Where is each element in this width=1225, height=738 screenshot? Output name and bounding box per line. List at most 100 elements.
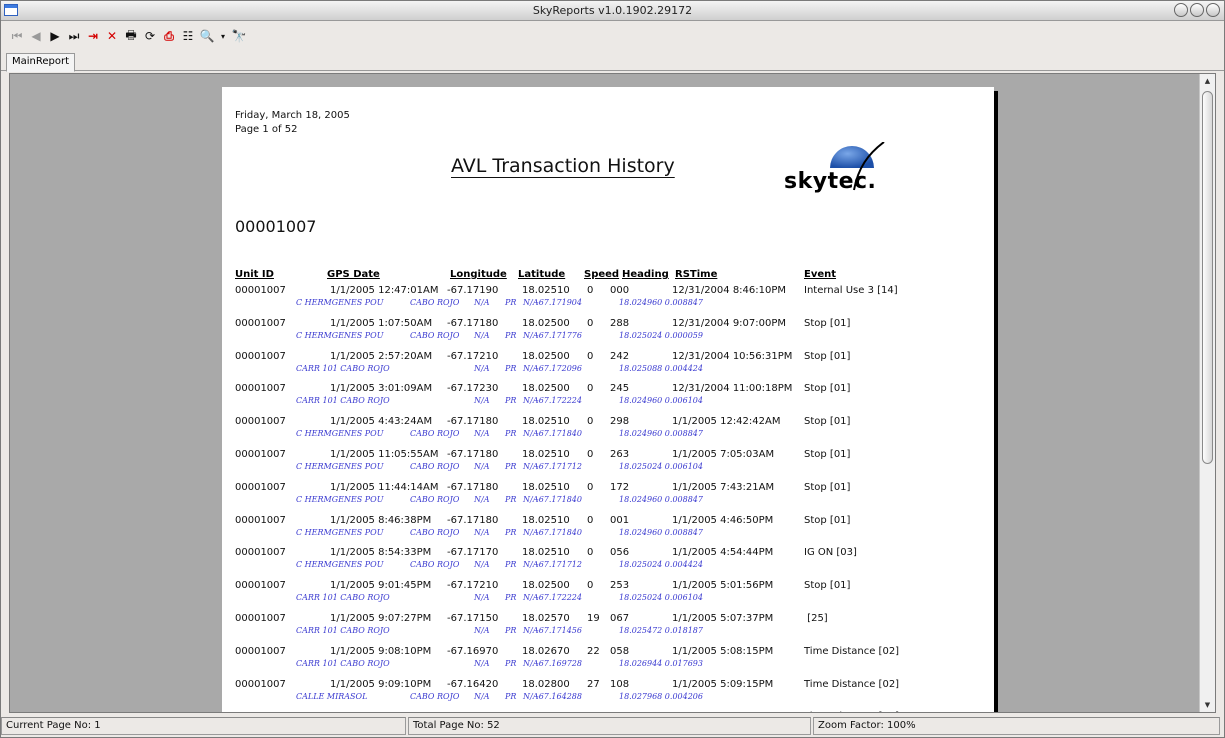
- vertical-scrollbar[interactable]: ▲ ▼: [1199, 74, 1215, 712]
- address-part: C HERMGENES POU: [296, 560, 384, 570]
- row-longitude: -67.17180: [447, 514, 499, 526]
- row-longitude: -67.16420: [447, 678, 499, 690]
- status-bar: Current Page No: 1 Total Page No: 52 Zoo…: [1, 717, 1224, 737]
- row-latitude: 18.02510: [522, 285, 570, 296]
- zoom-dropdown-icon[interactable]: ▾: [218, 27, 228, 45]
- row-gps-date: 1/1/2005 8:46:38PM: [330, 514, 432, 526]
- address-part: PR: [505, 593, 517, 603]
- scroll-up-icon[interactable]: ▲: [1200, 74, 1215, 88]
- row-gps-date: 1/1/2005 11:05:55AM: [330, 448, 439, 460]
- row-rstime: 12/31/2004 11:00:18PM: [672, 383, 793, 395]
- row-rstime: 1/1/2005 7:05:03AM: [672, 448, 775, 460]
- row-event: [25]: [804, 612, 828, 624]
- maximize-button[interactable]: [1190, 3, 1204, 17]
- refresh-icon[interactable]: ⟳: [142, 27, 158, 45]
- row-speed: 0: [587, 514, 594, 526]
- col-speed: Speed: [584, 269, 620, 280]
- table-row: 00001007 1/1/2005 8:46:38PM -67.17180 18.02…: [222, 515, 994, 548]
- row-event: Stop [01]: [804, 416, 851, 428]
- address-part: -67.171712: [536, 560, 582, 570]
- scroll-down-icon[interactable]: ▼: [1200, 698, 1215, 712]
- address-part: -67.172224: [536, 396, 582, 406]
- row-longitude: -67.17180: [447, 317, 499, 329]
- close-report-icon[interactable]: ✕: [104, 27, 120, 45]
- row-gps-date: 1/1/2005 4:43:24AM: [330, 416, 433, 428]
- address-part: CABO ROJO: [410, 691, 460, 701]
- row-event: Stop [01]: [804, 481, 851, 493]
- address-part: PR: [505, 396, 517, 406]
- row-rstime: 12/31/2004 9:07:00PM: [672, 317, 787, 329]
- row-heading: 108: [610, 678, 630, 690]
- zoom-status: Zoom Factor: 100%: [813, 717, 1220, 735]
- address-part: C HERMGENES POU: [296, 429, 384, 439]
- address-part: PR: [505, 691, 517, 701]
- row-speed: 27: [587, 678, 600, 690]
- address-part: 18.025024 0.000059: [619, 330, 703, 340]
- scroll-thumb[interactable]: [1202, 91, 1213, 464]
- minimize-button[interactable]: [1174, 3, 1188, 17]
- table-row: 00001007 1/1/2005 9:09:10PM -67.16420 18.02…: [222, 679, 994, 712]
- address-part: 18.025024 0.004424: [619, 560, 703, 570]
- address-part: N/A: [474, 593, 490, 603]
- print-icon[interactable]: 🖶: [123, 27, 139, 45]
- table-row: 00001007 1/1/2005 4:43:24AM -67.17180 18.02…: [222, 416, 994, 449]
- row-event: Stop [01]: [804, 448, 851, 460]
- row-latitude: 18.02570: [522, 612, 570, 624]
- address-part: CALLE MIRASOL: [296, 691, 368, 701]
- row-speed: 0: [587, 547, 594, 559]
- report-viewport[interactable]: Friday, March 18, 2005 Page 1 of 52 AVL …: [9, 73, 1216, 713]
- row-gps-date: 1/1/2005 2:57:20AM: [330, 350, 433, 362]
- row-speed: 0: [587, 580, 594, 592]
- first-page-icon[interactable]: ⏮: [9, 27, 25, 45]
- close-window-button[interactable]: [1206, 3, 1220, 17]
- row-latitude: 18.02510: [522, 547, 570, 559]
- find-icon[interactable]: 🔭: [231, 27, 247, 45]
- row-latitude: 18.02800: [522, 678, 570, 690]
- col-latitude: Latitude: [518, 269, 566, 280]
- row-speed: 0: [587, 383, 594, 395]
- unit-heading: 00001007: [235, 217, 317, 236]
- logo-text: skytec.: [784, 169, 877, 194]
- address-part: PR: [505, 625, 517, 635]
- address-part: 18.026944 0.017693: [619, 658, 703, 668]
- prev-page-icon[interactable]: ◀: [28, 27, 44, 45]
- address-part: C HERMGENES POU: [296, 461, 384, 471]
- address-part: 18.025024 0.006104: [619, 593, 703, 603]
- row-heading: 001: [610, 514, 630, 526]
- row-latitude: 18.02500: [522, 580, 570, 592]
- address-part: 18.024960 0.008847: [619, 494, 703, 504]
- row-longitude: -67.17230: [447, 383, 499, 395]
- table-row: 00001007 1/1/2005 12:47:01AM -67.17190 18.0…: [222, 285, 994, 318]
- address-part: -67.169728: [536, 658, 582, 668]
- goto-page-icon[interactable]: ⇥: [85, 27, 101, 45]
- row-rstime: 12/31/2004 10:56:31PM: [672, 350, 793, 362]
- address-part: N/A: [474, 429, 490, 439]
- group-tree-icon[interactable]: ☷: [180, 27, 196, 45]
- address-part: PR: [505, 298, 517, 307]
- row-rstime: 1/1/2005 12:42:42AM: [672, 416, 781, 428]
- row-rstime: 1/1/2005 5:07:37PM: [672, 612, 774, 624]
- address-part: C HERMGENES POU: [296, 298, 384, 307]
- col-rstime: RSTime: [675, 269, 718, 280]
- row-unit-id: 00001007: [235, 580, 286, 592]
- address-part: CABO ROJO: [410, 494, 460, 504]
- last-page-icon[interactable]: ⏭: [66, 27, 82, 45]
- window-title: SkyReports v1.0.1902.29172: [532, 4, 693, 17]
- tab-mainreport[interactable]: MainReport: [6, 53, 76, 72]
- row-event: Stop [01]: [804, 350, 851, 362]
- export-icon[interactable]: ⎙: [161, 27, 177, 45]
- row-speed: 0: [587, 317, 594, 329]
- next-page-icon[interactable]: ▶: [47, 27, 63, 45]
- row-event: Time Distance [02]: [804, 678, 900, 690]
- table-row: 00001007 1/1/2005 8:54:33PM -67.17170 18.02…: [222, 547, 994, 580]
- app-window: SkyReports v1.0.1902.29172 ⏮ ◀ ▶ ⏭ ⇥ ✕ 🖶…: [0, 0, 1225, 738]
- row-longitude: -67.17180: [447, 481, 499, 493]
- row-gps-date: 1/1/2005 1:07:50AM: [330, 317, 433, 329]
- row-heading: 288: [610, 317, 630, 329]
- title-bar: SkyReports v1.0.1902.29172: [1, 1, 1224, 21]
- address-part: CARR 101 CABO ROJO: [296, 625, 390, 635]
- row-longitude: -67.15720: [447, 711, 498, 712]
- toolbar: ⏮ ◀ ▶ ⏭ ⇥ ✕ 🖶 ⟳ ⎙ ☷ 🔍 ▾ 🔭: [1, 23, 1224, 49]
- row-gps-date: 1/1/2005 9:10:20PM: [330, 711, 431, 712]
- zoom-icon[interactable]: 🔍: [199, 27, 215, 45]
